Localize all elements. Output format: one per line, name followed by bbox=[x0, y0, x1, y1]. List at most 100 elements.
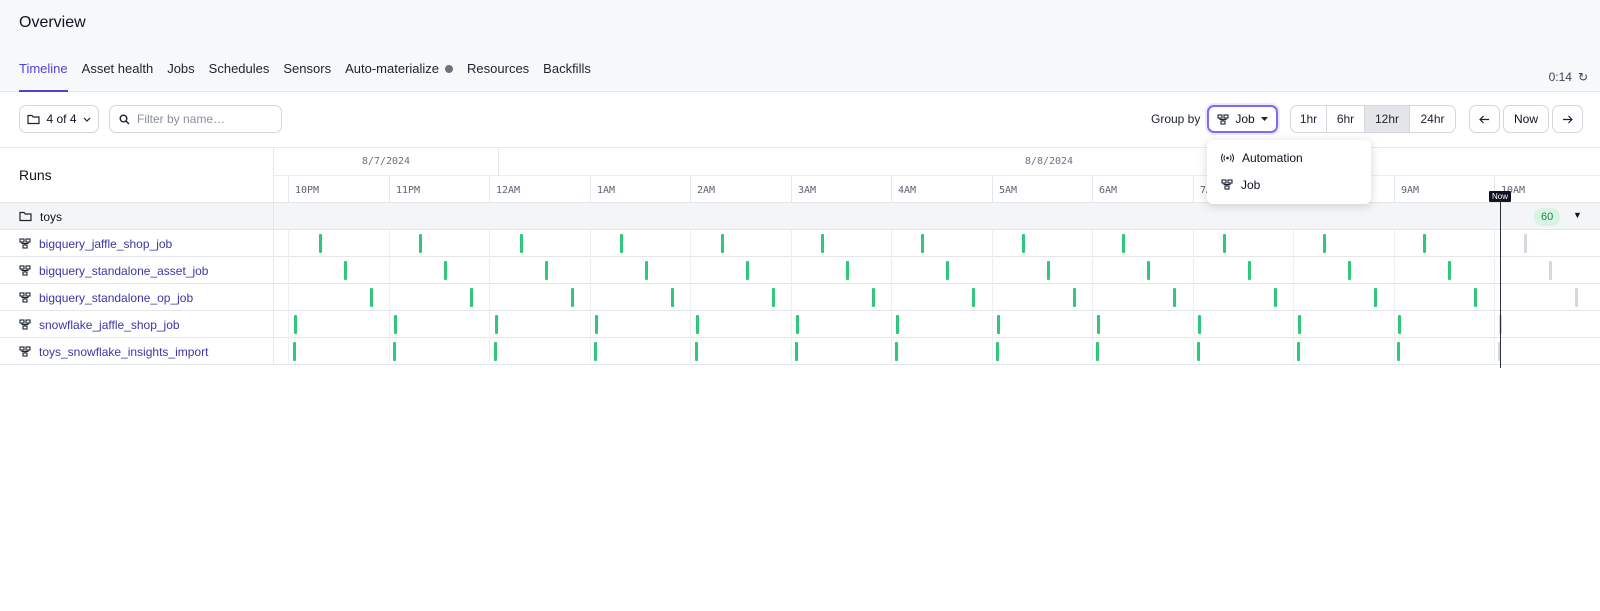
scheduled-run-tick[interactable] bbox=[1548, 261, 1552, 280]
job-name-link[interactable]: bigquery_jaffle_shop_job bbox=[39, 237, 172, 251]
run-tick[interactable] bbox=[1474, 288, 1478, 307]
previous-button[interactable] bbox=[1469, 105, 1500, 133]
group-label: toys bbox=[0, 203, 274, 230]
run-tick[interactable] bbox=[995, 342, 999, 361]
run-tick[interactable] bbox=[846, 261, 849, 280]
run-tick[interactable] bbox=[620, 234, 624, 253]
run-tick[interactable] bbox=[393, 342, 397, 361]
now-button[interactable]: Now bbox=[1503, 105, 1549, 133]
run-tick[interactable] bbox=[1097, 315, 1101, 334]
run-tick[interactable] bbox=[720, 234, 724, 253]
run-tick[interactable] bbox=[394, 315, 398, 334]
tab-asset-health[interactable]: Asset health bbox=[75, 62, 161, 92]
caret-down-icon[interactable]: ▼ bbox=[1573, 210, 1582, 220]
run-tick[interactable] bbox=[1374, 288, 1377, 307]
run-tick[interactable] bbox=[370, 288, 373, 307]
run-tick[interactable] bbox=[821, 234, 824, 253]
refresh-icon[interactable]: ↻ bbox=[1578, 70, 1588, 84]
run-tick[interactable] bbox=[444, 261, 448, 280]
run-tick[interactable] bbox=[494, 315, 498, 334]
search-field[interactable] bbox=[109, 105, 282, 133]
group-row[interactable]: toys 60 ▼ bbox=[0, 203, 1600, 230]
range-24hr[interactable]: 24hr bbox=[1410, 106, 1455, 132]
run-tick[interactable] bbox=[972, 288, 976, 307]
run-tick[interactable] bbox=[1298, 315, 1301, 334]
run-tick[interactable] bbox=[1122, 234, 1126, 253]
run-tick[interactable] bbox=[595, 315, 599, 334]
run-tick[interactable] bbox=[695, 315, 699, 334]
range-6hr[interactable]: 6hr bbox=[1327, 106, 1365, 132]
run-tick[interactable] bbox=[1072, 288, 1076, 307]
run-tick[interactable] bbox=[544, 261, 548, 280]
run-tick[interactable] bbox=[1297, 342, 1300, 361]
tab-auto-materialize[interactable]: Auto-materialize bbox=[338, 62, 460, 92]
run-tick[interactable] bbox=[671, 288, 675, 307]
run-tick[interactable] bbox=[570, 288, 574, 307]
run-tick[interactable] bbox=[996, 315, 1000, 334]
run-tick[interactable] bbox=[872, 288, 875, 307]
run-tick[interactable] bbox=[645, 261, 649, 280]
group-by-value: Job bbox=[1235, 112, 1255, 126]
next-button[interactable] bbox=[1552, 105, 1583, 133]
run-tick[interactable] bbox=[896, 315, 900, 334]
run-tick[interactable] bbox=[895, 342, 899, 361]
run-tick[interactable] bbox=[1323, 234, 1326, 253]
run-tick[interactable] bbox=[745, 261, 749, 280]
run-tick[interactable] bbox=[1197, 315, 1201, 334]
track-gridline bbox=[690, 338, 691, 365]
menu-item-automation[interactable]: Automation bbox=[1207, 144, 1371, 171]
run-tick[interactable] bbox=[493, 342, 497, 361]
run-tick[interactable] bbox=[293, 342, 296, 361]
track-gridline bbox=[891, 284, 892, 311]
tab-sensors[interactable]: Sensors bbox=[276, 62, 338, 92]
run-tick[interactable] bbox=[946, 261, 950, 280]
run-tick[interactable] bbox=[1348, 261, 1351, 280]
run-tick[interactable] bbox=[319, 234, 322, 253]
job-name-link[interactable]: bigquery_standalone_op_job bbox=[39, 291, 193, 305]
run-tick[interactable] bbox=[1147, 261, 1151, 280]
run-tick[interactable] bbox=[519, 234, 523, 253]
run-tick[interactable] bbox=[1273, 288, 1277, 307]
run-tick[interactable] bbox=[1196, 342, 1200, 361]
job-name-link[interactable]: toys_snowflake_insights_import bbox=[39, 345, 208, 359]
run-tick[interactable] bbox=[795, 342, 798, 361]
run-tick[interactable] bbox=[294, 315, 297, 334]
run-tick[interactable] bbox=[1397, 342, 1401, 361]
search-input[interactable] bbox=[137, 112, 277, 126]
run-tick[interactable] bbox=[1448, 261, 1452, 280]
track-gridline bbox=[1494, 284, 1495, 311]
menu-item-job[interactable]: Job bbox=[1207, 171, 1371, 198]
run-tick[interactable] bbox=[1096, 342, 1100, 361]
tab-schedules[interactable]: Schedules bbox=[202, 62, 277, 92]
run-tick[interactable] bbox=[344, 261, 347, 280]
scheduled-run-tick[interactable] bbox=[1523, 234, 1527, 253]
tab-jobs[interactable]: Jobs bbox=[160, 62, 201, 92]
run-tick[interactable] bbox=[1247, 261, 1251, 280]
scheduled-run-tick[interactable] bbox=[1574, 288, 1578, 307]
range-12hr[interactable]: 12hr bbox=[1365, 106, 1410, 132]
run-tick[interactable] bbox=[694, 342, 698, 361]
job-name-link[interactable]: bigquery_standalone_asset_job bbox=[39, 264, 208, 278]
run-tick[interactable] bbox=[1021, 234, 1025, 253]
tab-backfills[interactable]: Backfills bbox=[536, 62, 598, 92]
hour-gridline bbox=[389, 176, 390, 203]
tab-resources[interactable]: Resources bbox=[460, 62, 536, 92]
run-tick[interactable] bbox=[419, 234, 423, 253]
track-gridline bbox=[1394, 284, 1395, 311]
tab-timeline[interactable]: Timeline bbox=[19, 62, 75, 92]
range-1hr[interactable]: 1hr bbox=[1291, 106, 1327, 132]
group-by-select[interactable]: Job bbox=[1207, 105, 1278, 133]
run-tick[interactable] bbox=[1222, 234, 1226, 253]
repo-filter-button[interactable]: 4 of 4 bbox=[19, 105, 99, 133]
run-tick[interactable] bbox=[771, 288, 775, 307]
track-gridline bbox=[590, 311, 591, 338]
run-tick[interactable] bbox=[1046, 261, 1050, 280]
run-tick[interactable] bbox=[1398, 315, 1402, 334]
run-tick[interactable] bbox=[470, 288, 474, 307]
run-tick[interactable] bbox=[921, 234, 925, 253]
run-tick[interactable] bbox=[1173, 288, 1177, 307]
run-tick[interactable] bbox=[796, 315, 799, 334]
run-tick[interactable] bbox=[1423, 234, 1427, 253]
job-name-link[interactable]: snowflake_jaffle_shop_job bbox=[39, 318, 180, 332]
run-tick[interactable] bbox=[594, 342, 598, 361]
